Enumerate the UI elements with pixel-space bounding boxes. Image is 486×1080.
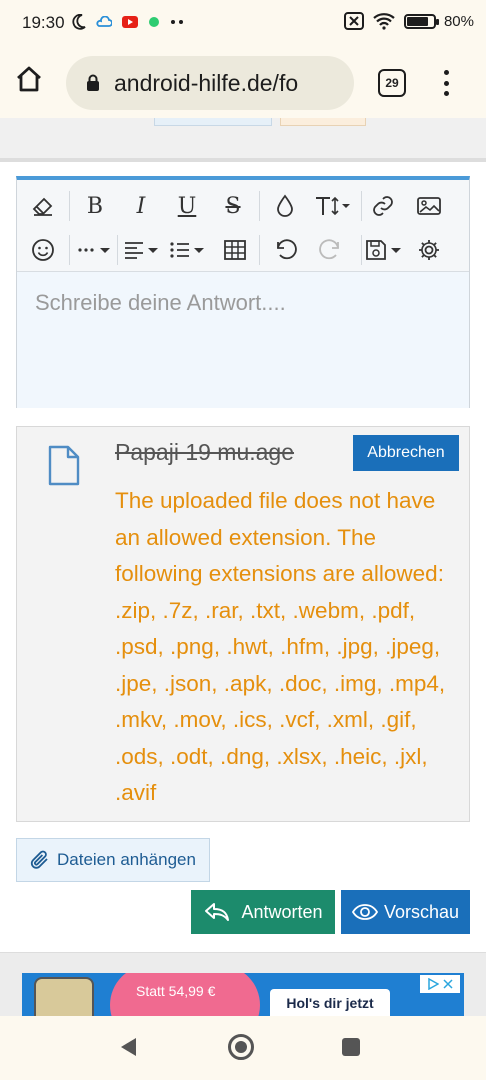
battery-icon xyxy=(403,13,439,29)
attach-files-label: Dateien anhängen xyxy=(57,850,196,869)
home-nav-button[interactable] xyxy=(228,1034,254,1060)
upload-error-message: The uploaded file does not have an allow… xyxy=(115,488,446,805)
partial-button-blue[interactable] xyxy=(154,118,272,126)
battery-percent: 80% xyxy=(443,12,474,30)
toolbar-separator xyxy=(361,235,362,265)
partial-button-orange[interactable] xyxy=(280,118,366,126)
attach-files-button[interactable]: Dateien anhängen xyxy=(16,838,210,882)
reply-label: Antworten xyxy=(241,901,323,922)
home-icon xyxy=(17,66,41,92)
tab-switcher-button[interactable]: 29 xyxy=(378,69,406,97)
strikethrough-icon[interactable]: S xyxy=(213,188,253,224)
align-icon[interactable] xyxy=(121,232,161,268)
editor-toolbar: B I U S xyxy=(17,180,469,272)
bold-icon[interactable]: B xyxy=(75,188,115,224)
ad-phone-image xyxy=(34,977,94,1016)
toolbar-separator xyxy=(259,235,260,265)
ad-cta-label: Hol's dir jetzt xyxy=(286,995,374,1011)
italic-icon[interactable]: I xyxy=(121,188,161,224)
no-sim-icon xyxy=(343,12,364,30)
lock-icon xyxy=(87,74,99,91)
preview-label: Vorschau xyxy=(383,901,460,922)
advertisement-banner[interactable]: Statt 54,99 € Hol's dir jetzt xyxy=(22,973,464,1016)
editor-placeholder: Schreibe deine Antwort.... xyxy=(35,290,286,315)
overflow-menu-button[interactable] xyxy=(436,66,456,100)
divider xyxy=(0,158,486,162)
cloud-icon xyxy=(96,16,112,27)
recent-apps-button[interactable] xyxy=(342,1038,360,1056)
notification-icons xyxy=(72,14,184,30)
emoji-icon[interactable] xyxy=(23,232,63,268)
paperclip-icon xyxy=(30,850,48,869)
youtube-icon xyxy=(122,16,138,28)
table-icon[interactable] xyxy=(215,232,255,268)
url-bar[interactable]: android-hilfe.de/fo xyxy=(66,56,354,110)
home-button[interactable] xyxy=(14,64,54,104)
status-right: 80% xyxy=(343,12,474,30)
attachment-file-name: Papaji 19 mu.age xyxy=(115,439,295,465)
preview-button[interactable]: Vorschau xyxy=(341,890,470,934)
moon-icon xyxy=(72,14,86,30)
more-dots-icon xyxy=(171,20,183,24)
system-nav-bar xyxy=(0,1016,486,1080)
menu-dot xyxy=(443,70,449,75)
eraser-icon[interactable] xyxy=(23,188,63,224)
url-text: android-hilfe.de/fo xyxy=(114,69,299,96)
ad-choices-icon[interactable] xyxy=(420,975,460,993)
underline-icon[interactable]: U xyxy=(167,188,207,224)
toolbar-separator xyxy=(259,191,260,221)
attachment-upload-box: Papaji 19 mu.age Abbrechen The uploaded … xyxy=(16,426,470,822)
ad-cta-button[interactable]: Hol's dir jetzt xyxy=(270,989,390,1016)
green-dot-icon xyxy=(149,17,159,27)
toolbar-separator xyxy=(69,191,70,221)
menu-dot xyxy=(443,80,449,86)
status-bar: 19:30 80% xyxy=(0,0,486,48)
redo-icon[interactable] xyxy=(311,232,351,268)
wifi-icon xyxy=(373,13,395,30)
more-options-icon[interactable] xyxy=(75,232,113,268)
color-drop-icon[interactable] xyxy=(265,188,305,224)
reply-arrow-icon xyxy=(205,903,230,921)
undo-icon[interactable] xyxy=(265,232,305,268)
save-draft-icon[interactable] xyxy=(363,232,407,268)
toolbar-separator xyxy=(361,191,362,221)
back-button[interactable] xyxy=(118,1036,140,1063)
back-triangle-icon xyxy=(121,1038,136,1056)
reply-button[interactable]: Antworten xyxy=(191,890,335,934)
image-icon[interactable] xyxy=(409,188,449,224)
status-time: 19:30 xyxy=(22,13,65,32)
menu-dot xyxy=(443,91,449,96)
toolbar-separator xyxy=(117,235,118,265)
link-icon[interactable] xyxy=(363,188,403,224)
settings-gear-icon[interactable] xyxy=(409,232,449,268)
eye-icon xyxy=(351,904,378,920)
font-size-icon[interactable] xyxy=(311,188,357,224)
web-page: B I U S Schreibe deine Antwort.... Papaj… xyxy=(0,118,486,1016)
reply-editor: B I U S Schreibe deine Antwort.... xyxy=(16,176,470,408)
cancel-upload-button[interactable]: Abbrechen xyxy=(353,435,459,471)
toolbar-separator xyxy=(69,235,70,265)
ad-price-text: Statt 54,99 € xyxy=(136,983,216,999)
reply-textarea[interactable]: Schreibe deine Antwort.... xyxy=(17,272,469,408)
browser-toolbar: android-hilfe.de/fo 29 xyxy=(0,48,486,118)
list-icon[interactable] xyxy=(167,232,207,268)
file-icon xyxy=(47,445,81,492)
